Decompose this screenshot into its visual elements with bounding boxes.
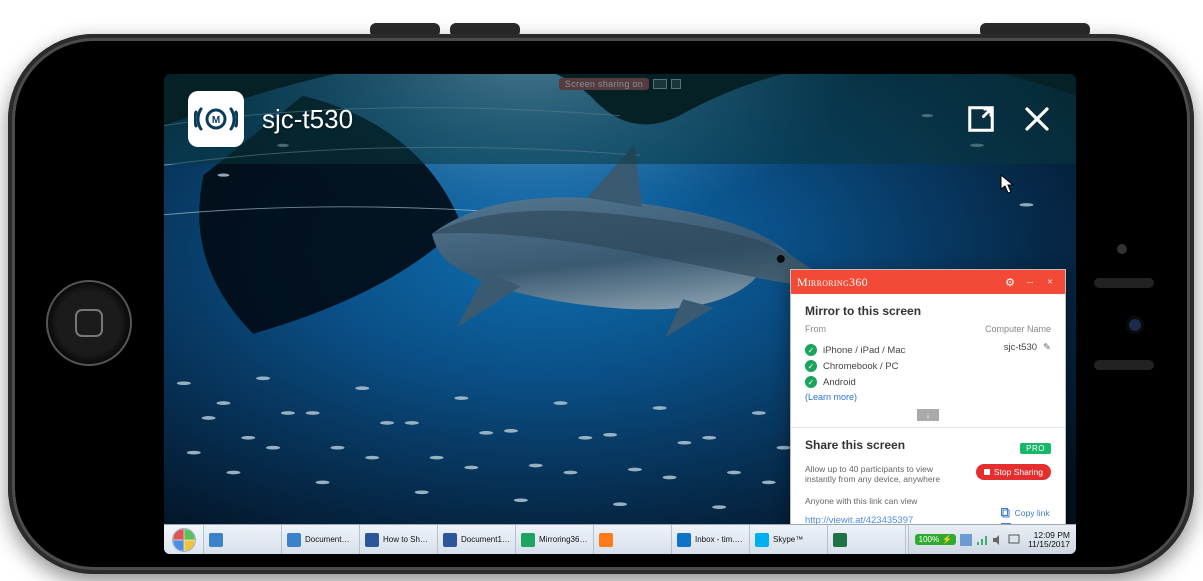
proximity-sensor: [1117, 244, 1127, 254]
app-icon: [677, 533, 691, 547]
front-camera: [1126, 316, 1144, 334]
taskbar-item[interactable]: [204, 525, 282, 554]
device-row: ✓ Chromebook / PC: [805, 360, 905, 372]
window-titlebar[interactable]: Mirroring360 ⚙ – ×: [791, 270, 1065, 294]
taskbar-item[interactable]: Inbox - tim.d…: [672, 525, 750, 554]
stop-icon: [984, 469, 990, 475]
edit-name-icon[interactable]: ✎: [1043, 342, 1051, 353]
copy-link-button[interactable]: Copy link: [1001, 508, 1051, 518]
earpiece-2: [1094, 360, 1154, 370]
mirroring-overlay-bar: M sjc-t530: [164, 74, 1076, 164]
check-icon: ✓: [805, 344, 817, 356]
mirroring360-logo: M: [188, 91, 244, 147]
computer-name-value: sjc-t530: [1004, 342, 1037, 353]
earpiece: [1094, 278, 1154, 288]
share-heading: Share this screen: [805, 438, 905, 452]
settings-gear-icon[interactable]: ⚙: [1001, 273, 1019, 291]
app-icon: [365, 533, 379, 547]
mirroring360-window[interactable]: Mirroring360 ⚙ – × Mirror to this screen…: [790, 269, 1066, 554]
app-icon: [755, 533, 769, 547]
learn-more-link[interactable]: (Learn more): [805, 392, 857, 402]
windows-taskbar[interactable]: Document… How to Shar… Document1… Mirror…: [164, 524, 1076, 554]
device-label: iPhone / iPad / Mac: [823, 345, 905, 356]
network-icon[interactable]: [976, 534, 988, 546]
check-icon: ✓: [805, 376, 817, 388]
phone-frame: Screen sharing on M sjc-t530: [0, 0, 1203, 581]
svg-text:M: M: [212, 115, 220, 126]
device-label: Chromebook / PC: [823, 361, 899, 372]
system-tray[interactable]: 100%⚡ 12:09 PM 11/15/2017: [908, 525, 1076, 554]
volume-icon[interactable]: [992, 534, 1004, 546]
taskbar-item[interactable]: Document1…: [438, 525, 516, 554]
from-label: From: [805, 324, 826, 334]
device-row: ✓ iPhone / iPad / Mac: [805, 344, 905, 356]
pro-badge: PRO: [1020, 443, 1051, 454]
start-button[interactable]: [164, 525, 204, 554]
minimize-button[interactable]: –: [1021, 273, 1039, 291]
close-overlay-button[interactable]: [1022, 104, 1052, 134]
share-description: Allow up to 40 participants to view inst…: [805, 464, 955, 484]
battery-indicator[interactable]: 100%⚡: [915, 534, 956, 545]
expand-down-button[interactable]: ↓: [917, 409, 939, 421]
action-center-icon[interactable]: [1008, 534, 1020, 546]
taskbar-item[interactable]: Mirroring36…: [516, 525, 594, 554]
window-title: Mirroring360: [797, 275, 868, 290]
home-button[interactable]: [46, 280, 132, 366]
fullscreen-button[interactable]: [966, 104, 996, 134]
taskbar-item[interactable]: Document…: [282, 525, 360, 554]
view-permission-label: Anyone with this link can view: [805, 496, 1051, 506]
cursor-icon: [1000, 174, 1014, 199]
app-icon: [443, 533, 457, 547]
app-icon: [287, 533, 301, 547]
app-icon: [833, 533, 847, 547]
stop-sharing-button[interactable]: Stop Sharing: [976, 464, 1051, 480]
taskbar-item[interactable]: [828, 525, 906, 554]
device-label: Android: [823, 377, 856, 388]
computer-name-label: Computer Name: [985, 324, 1051, 334]
tray-icon[interactable]: [960, 534, 972, 546]
close-window-button[interactable]: ×: [1041, 273, 1059, 291]
copy-icon: [1001, 508, 1011, 518]
taskbar-item[interactable]: [594, 525, 672, 554]
mirror-heading: Mirror to this screen: [805, 304, 1051, 318]
phone-screen: Screen sharing on M sjc-t530: [164, 74, 1076, 554]
windows-logo-icon: [172, 528, 196, 552]
mirrored-device-name: sjc-t530: [262, 104, 353, 135]
app-icon: [521, 533, 535, 547]
app-icon: [599, 533, 613, 547]
taskbar-items: Document… How to Shar… Document1… Mirror…: [204, 525, 908, 554]
taskbar-clock[interactable]: 12:09 PM 11/15/2017: [1024, 531, 1070, 549]
taskbar-item[interactable]: Skype™: [750, 525, 828, 554]
check-icon: ✓: [805, 360, 817, 372]
device-row: ✓ Android: [805, 376, 905, 388]
app-icon: [209, 533, 223, 547]
taskbar-item[interactable]: How to Shar…: [360, 525, 438, 554]
